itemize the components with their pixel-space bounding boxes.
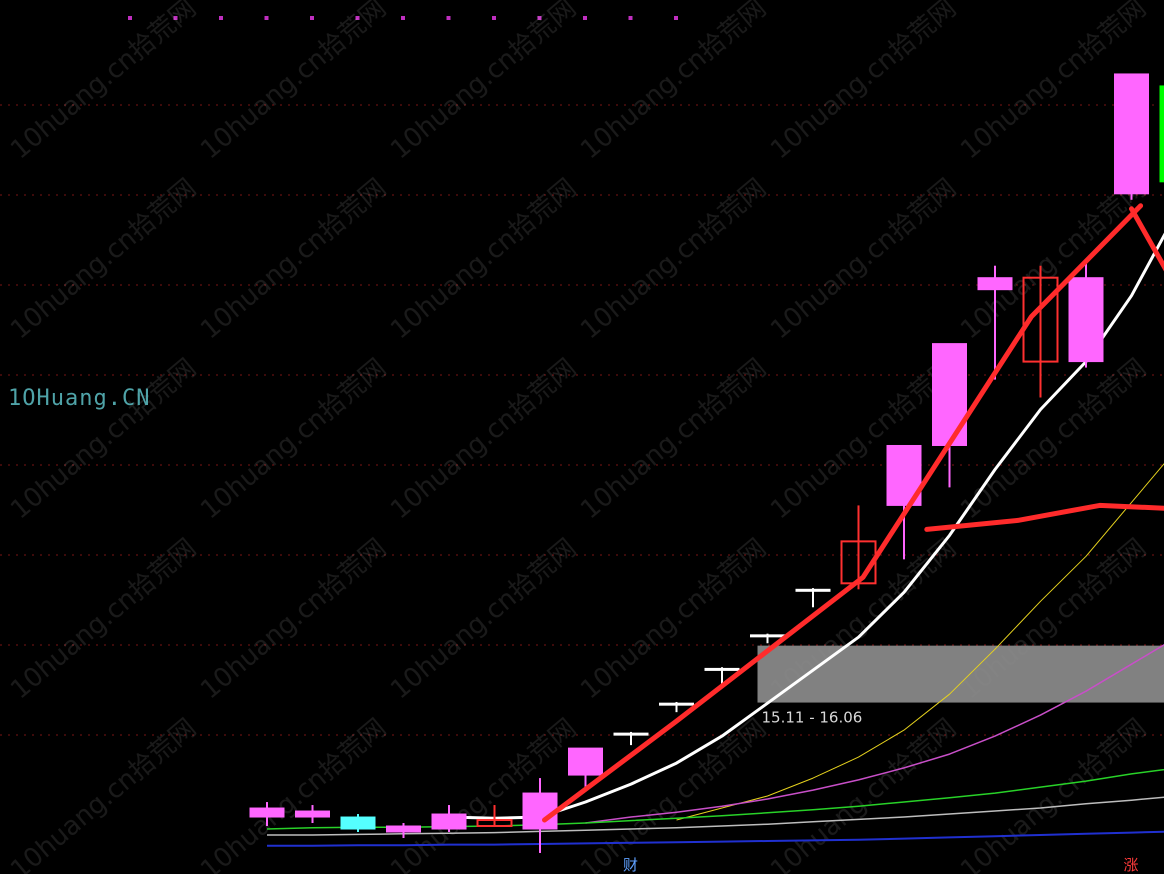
candle-body xyxy=(977,277,1013,291)
event-markers: 财涨跌 xyxy=(623,856,1139,874)
watermark-text: 10huang.cn拾荒网 xyxy=(575,173,772,345)
candle-body xyxy=(795,588,831,592)
watermark-text: 10huang.cn拾荒网 xyxy=(385,533,582,705)
watermark-text: 10huang.cn拾荒网 xyxy=(5,533,202,705)
candle-body xyxy=(249,807,285,818)
candle-body xyxy=(750,634,785,638)
price-zones xyxy=(757,645,1164,703)
candle-body xyxy=(1114,73,1149,195)
watermark-text: 10huang.cn拾荒网 xyxy=(575,0,772,165)
watermark-text: 10huang.cn拾荒网 xyxy=(385,173,582,345)
watermark-text: 10huang.cn拾荒网 xyxy=(5,0,202,165)
brand-text: 1OHuang.CN xyxy=(8,386,150,411)
watermark-text: 10huang.cn拾荒网 xyxy=(5,173,202,345)
top-dot-0 xyxy=(128,16,132,20)
event-marker: 涨 xyxy=(1124,856,1139,874)
watermark-text: 10huang.cn拾荒网 xyxy=(575,353,772,525)
watermark-text: 10huang.cn拾荒网 xyxy=(575,533,772,705)
top-dot-10 xyxy=(583,16,587,20)
top-dot-3 xyxy=(264,16,269,20)
candle-body xyxy=(386,825,421,833)
candle-body xyxy=(568,747,603,776)
watermark-text: 10huang.cn拾荒网 xyxy=(195,533,392,705)
watermark-layer: 10huang.cn拾荒网10huang.cn拾荒网10huang.cn拾荒网1… xyxy=(5,0,1152,874)
watermark-text: 10huang.cn拾荒网 xyxy=(765,0,962,165)
watermark-text: 10huang.cn拾荒网 xyxy=(955,173,1152,345)
candle-body xyxy=(704,667,740,671)
candle-body xyxy=(1068,277,1104,363)
top-dot-6 xyxy=(401,16,405,20)
top-dot-2 xyxy=(219,16,223,20)
zone-label: 15.11 - 16.06 xyxy=(762,709,863,727)
top-dot-11 xyxy=(628,16,633,20)
top-dot-4 xyxy=(310,16,314,20)
candle-body xyxy=(522,792,558,830)
watermark-text: 10huang.cn拾荒网 xyxy=(385,0,582,165)
event-marker: 财 xyxy=(623,856,638,874)
candle-body xyxy=(932,343,967,446)
watermark-text: 10huang.cn拾荒网 xyxy=(5,353,202,525)
top-dot-12 xyxy=(674,16,678,20)
watermark-text: 10huang.cn拾荒网 xyxy=(955,353,1152,525)
candle-body xyxy=(295,810,330,818)
top-dot-7 xyxy=(446,16,451,20)
watermark-text: 10huang.cn拾荒网 xyxy=(385,353,582,525)
candlestick-chart: 10huang.cn拾荒网10huang.cn拾荒网10huang.cn拾荒网1… xyxy=(0,0,1164,874)
candle-body xyxy=(340,816,376,830)
watermark-text: 10huang.cn拾荒网 xyxy=(195,0,392,165)
price-zone xyxy=(757,645,1164,703)
candle-body xyxy=(431,813,467,830)
top-dot-8 xyxy=(492,16,496,20)
candle-body xyxy=(613,732,649,736)
watermark-text: 10huang.cn拾荒网 xyxy=(5,713,202,874)
watermark-text: 10huang.cn拾荒网 xyxy=(195,713,392,874)
candle-body xyxy=(1159,85,1164,183)
watermark-text: 10huang.cn拾荒网 xyxy=(195,353,392,525)
watermark-text: 10huang.cn拾荒网 xyxy=(765,173,962,345)
watermark-text: 10huang.cn拾荒网 xyxy=(195,173,392,345)
candle-body xyxy=(659,702,694,706)
